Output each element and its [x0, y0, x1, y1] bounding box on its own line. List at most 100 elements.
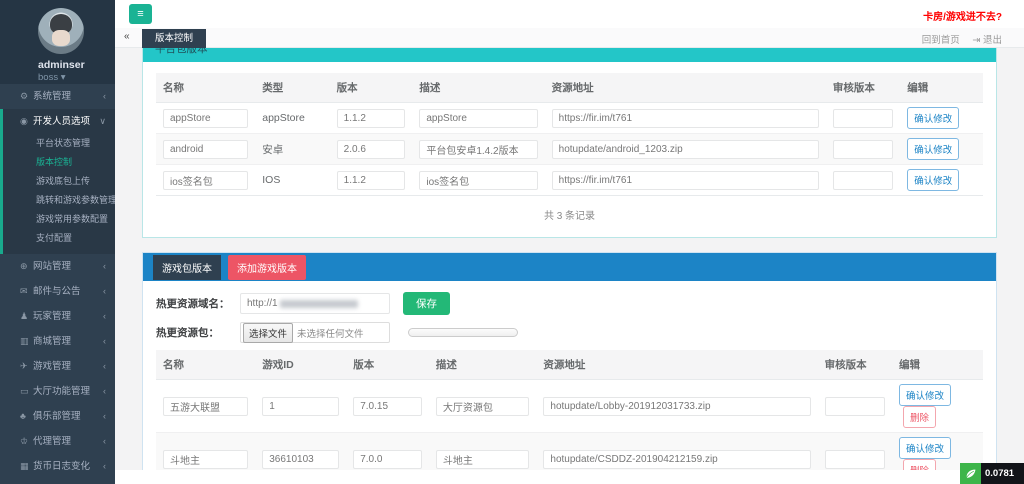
confirm-edit-button[interactable]: 确认修改 — [907, 107, 959, 129]
confirm-edit-button[interactable]: 确认修改 — [907, 138, 959, 160]
sidebar-menu: ⚙系统管理‹◉开发人员选项∨平台状态管理版本控制游戏底包上传跳转和游戏参数管理游… — [0, 84, 115, 484]
name-input[interactable] — [163, 171, 248, 190]
confirm-edit-button[interactable]: 确认修改 — [899, 437, 951, 459]
desc-input[interactable] — [419, 109, 537, 128]
name-input[interactable] — [163, 109, 248, 128]
name-input[interactable] — [163, 397, 248, 416]
column-header: 资源地址 — [545, 73, 826, 103]
desc-cell — [412, 134, 544, 165]
profile-section: adminser boss ▾ — [0, 0, 115, 84]
confirm-edit-button[interactable]: 确认修改 — [907, 169, 959, 191]
table-header-row: 名称游戏ID版本描述资源地址审核版本编辑 — [156, 350, 983, 380]
url-cell — [545, 165, 826, 196]
delete-button[interactable]: 删除 — [903, 406, 936, 428]
review-input[interactable] — [825, 450, 885, 469]
sidebar-section: ▦货币日志变化‹ — [0, 454, 115, 479]
collapse-tabs-icon[interactable]: « — [124, 31, 130, 42]
name-input[interactable] — [163, 450, 248, 469]
desc-input[interactable] — [436, 450, 530, 469]
type-text: appStore — [262, 112, 305, 124]
sidebar-subitem[interactable]: 平台状态管理 — [3, 134, 115, 153]
column-header: 版本 — [346, 350, 429, 380]
tab-version-control[interactable]: 版本控制 — [142, 29, 206, 48]
url-input[interactable] — [552, 140, 819, 159]
menu-toggle-button[interactable]: ≡ — [129, 4, 152, 24]
help-alert-link[interactable]: 卡房/游戏进不去? — [923, 8, 1002, 23]
game_id-input[interactable] — [262, 450, 339, 469]
version-input[interactable] — [337, 109, 406, 128]
sidebar-item-toggle[interactable]: ◉开发人员选项∨ — [3, 109, 115, 134]
sidebar-item-desktop[interactable]: ▭大厅功能管理‹ — [0, 379, 115, 404]
url-input[interactable] — [543, 397, 810, 416]
actions-cell: 确认修改 — [900, 165, 983, 196]
cart-icon: ▥ — [20, 329, 33, 354]
sidebar-section: ▥商城管理‹ — [0, 329, 115, 354]
file-input[interactable]: 选择文件 未选择任何文件 — [240, 322, 390, 343]
review-input[interactable] — [833, 109, 893, 128]
sidebar-item-users[interactable]: ♣俱乐部管理‹ — [0, 404, 115, 429]
review-input[interactable] — [833, 171, 893, 190]
sidebar: adminser boss ▾ ⚙系统管理‹◉开发人员选项∨平台状态管理版本控制… — [0, 0, 115, 484]
sidebar-subitem[interactable]: 游戏底包上传 — [3, 172, 115, 191]
url-input[interactable] — [543, 450, 810, 469]
sidebar-item-calendar[interactable]: ▦货币日志变化‹ — [0, 454, 115, 479]
sidebar-item-gear[interactable]: ⚙系统管理‹ — [0, 84, 115, 109]
choose-file-button[interactable]: 选择文件 — [243, 323, 293, 343]
sidebar-section: ♣俱乐部管理‹ — [0, 404, 115, 429]
home-link[interactable]: 回到首页 — [922, 35, 960, 46]
sidebar-item-agent[interactable]: ♔代理管理‹ — [0, 429, 115, 454]
sidebar-subitem[interactable]: 跳转和游戏参数管理 — [3, 191, 115, 210]
url-cell — [536, 433, 817, 471]
desc-input[interactable] — [419, 140, 537, 159]
url-input[interactable] — [552, 171, 819, 190]
tab-game-package-version[interactable]: 游戏包版本 — [153, 255, 221, 280]
username: adminser — [38, 59, 115, 71]
column-header: 名称 — [156, 73, 255, 103]
sidebar-subitem[interactable]: 支付配置 — [3, 229, 115, 248]
sidebar-item-label: 玩家管理 — [33, 311, 71, 322]
sidebar-subitem[interactable]: 版本控制 — [3, 153, 115, 172]
version-input[interactable] — [353, 450, 422, 469]
confirm-edit-button[interactable]: 确认修改 — [899, 384, 951, 406]
sidebar-item-cart[interactable]: ▥商城管理‹ — [0, 329, 115, 354]
chevron-left-icon: ‹ — [103, 354, 106, 379]
delete-button[interactable]: 删除 — [903, 459, 936, 470]
url-cell — [545, 134, 826, 165]
add-game-version-button[interactable]: 添加游戏版本 — [228, 255, 306, 280]
hot-update-domain-input[interactable]: http://1 — [240, 293, 390, 314]
review-input[interactable] — [833, 140, 893, 159]
save-button[interactable]: 保存 — [403, 292, 450, 315]
url-cell — [545, 103, 826, 134]
sidebar-item-label: 商城管理 — [33, 336, 71, 347]
gear-icon: ⚙ — [20, 84, 33, 109]
sidebar-item-label: 大厅功能管理 — [33, 386, 90, 397]
role-dropdown[interactable]: boss ▾ — [38, 72, 115, 83]
name-input[interactable] — [163, 140, 248, 159]
file-status-text: 未选择任何文件 — [297, 326, 364, 340]
leaf-icon — [960, 463, 981, 484]
desc-input[interactable] — [436, 397, 530, 416]
sidebar-subitem[interactable]: 游戏常用参数配置 — [3, 210, 115, 229]
sidebar-item-user[interactable]: ♟玩家管理‹ — [0, 304, 115, 329]
game-version-table: 名称游戏ID版本描述资源地址审核版本编辑确认修改删除确认修改删除确认修改删除确认… — [156, 350, 983, 470]
type-cell: appStore — [255, 103, 329, 134]
sidebar-item-bell[interactable]: ✉邮件与公告‹ — [0, 279, 115, 304]
version-input[interactable] — [353, 397, 422, 416]
hot-update-domain-label: 热更资源域名： — [156, 296, 240, 311]
desc-input[interactable] — [419, 171, 537, 190]
review-input[interactable] — [825, 397, 885, 416]
sidebar-item-flag[interactable]: ⚐推广管理‹ — [0, 479, 115, 484]
url-input[interactable] — [552, 109, 819, 128]
sidebar-item-globe[interactable]: ⊕网站管理‹ — [0, 254, 115, 279]
game_id-input[interactable] — [262, 397, 339, 416]
version-input[interactable] — [337, 140, 406, 159]
hot-update-package-label: 热更资源包： — [156, 325, 240, 340]
column-header: 游戏ID — [255, 350, 346, 380]
desc-cell — [429, 433, 537, 471]
sidebar-section: ♔代理管理‹ — [0, 429, 115, 454]
name-cell — [156, 134, 255, 165]
logout-link[interactable]: ⇥ 退出 — [972, 35, 1012, 46]
chevron-left-icon: ‹ — [103, 379, 106, 404]
version-input[interactable] — [337, 171, 406, 190]
sidebar-item-plane[interactable]: ✈游戏管理‹ — [0, 354, 115, 379]
